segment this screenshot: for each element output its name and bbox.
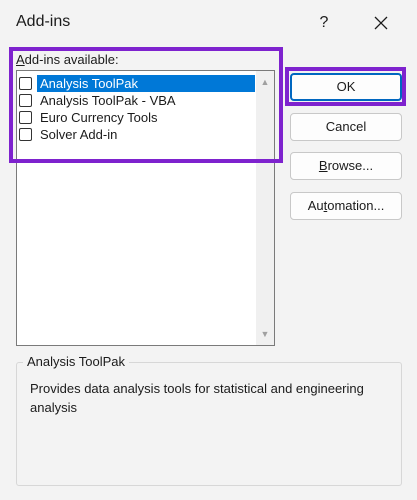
button-text: rowse... bbox=[327, 158, 374, 173]
list-item-euro-currency-tools[interactable]: Euro Currency Tools bbox=[19, 109, 255, 126]
scroll-down-arrow-icon[interactable]: ▼ bbox=[256, 325, 274, 343]
browse-button[interactable]: Browse... bbox=[290, 152, 402, 180]
ok-button[interactable]: OK bbox=[290, 73, 402, 101]
accelerator-key: B bbox=[318, 158, 328, 173]
add-ins-dialog: Add-ins ? Add-ins available: Analysis To… bbox=[0, 0, 417, 500]
button-text: Au bbox=[307, 198, 324, 213]
automation-button[interactable]: Automation... bbox=[290, 192, 402, 220]
list-item-analysis-toolpak-vba[interactable]: Analysis ToolPak - VBA bbox=[19, 92, 255, 109]
dialog-title: Add-ins bbox=[16, 13, 71, 30]
cancel-button[interactable]: Cancel bbox=[290, 113, 402, 141]
list-items: Analysis ToolPak Analysis ToolPak - VBA … bbox=[19, 75, 255, 143]
help-button[interactable]: ? bbox=[309, 8, 339, 38]
add-ins-list[interactable]: Analysis ToolPak Analysis ToolPak - VBA … bbox=[16, 70, 275, 346]
description-title: Analysis ToolPak bbox=[23, 354, 130, 369]
button-text: omation... bbox=[327, 198, 385, 213]
description-group: Analysis ToolPak Provides data analysis … bbox=[16, 354, 402, 486]
list-item-label: Solver Add-in bbox=[40, 127, 118, 142]
label-text: dd-ins available: bbox=[24, 52, 119, 67]
list-item-label: Analysis ToolPak bbox=[37, 75, 255, 92]
list-item-label: Euro Currency Tools bbox=[40, 110, 158, 125]
accelerator-key: A bbox=[16, 52, 25, 67]
close-button[interactable] bbox=[366, 8, 396, 38]
add-ins-available-label: Add-ins available: bbox=[16, 52, 119, 67]
vertical-scrollbar[interactable]: ▲ ▼ bbox=[256, 71, 274, 345]
title-bar: Add-ins ? bbox=[0, 0, 417, 46]
checkbox[interactable] bbox=[19, 128, 32, 141]
checkbox[interactable] bbox=[19, 94, 32, 107]
description-text: Provides data analysis tools for statist… bbox=[30, 381, 364, 415]
list-item-solver-add-in[interactable]: Solver Add-in bbox=[19, 126, 255, 143]
list-item-label: Analysis ToolPak - VBA bbox=[40, 93, 176, 108]
scroll-up-arrow-icon[interactable]: ▲ bbox=[256, 73, 274, 91]
checkbox[interactable] bbox=[19, 77, 32, 90]
close-icon bbox=[374, 16, 388, 30]
checkbox[interactable] bbox=[19, 111, 32, 124]
list-item-analysis-toolpak[interactable]: Analysis ToolPak bbox=[19, 75, 255, 92]
